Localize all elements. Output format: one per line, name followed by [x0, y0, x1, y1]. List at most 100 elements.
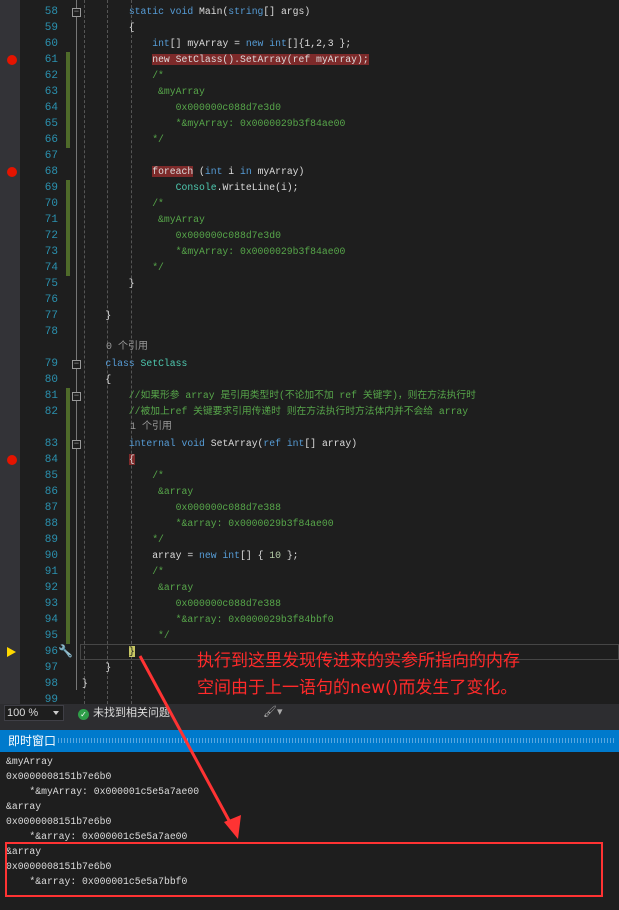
- code-token: [] {: [240, 550, 270, 561]
- code-token: *&array: 0x0000029b3f84ae00: [82, 518, 334, 529]
- code-token: }: [82, 278, 135, 289]
- codelens-label[interactable]: 1 个引用: [82, 420, 172, 436]
- annotation-line: 空间由于上一语句的new()而发生了变化。: [197, 678, 518, 698]
- code-line[interactable]: 72 0x000000c088d7e3d0: [0, 228, 619, 244]
- change-bar: [66, 100, 70, 116]
- code-token: int: [204, 166, 223, 177]
- code-line[interactable]: 73 *&myArray: 0x0000029b3f84ae00: [0, 244, 619, 260]
- line-number: 92: [44, 582, 58, 594]
- code-line[interactable]: 79 − class SetClass: [0, 356, 619, 372]
- breakpoint-icon[interactable]: [7, 167, 17, 177]
- code-line[interactable]: 69 Console.WriteLine(i);: [0, 180, 619, 196]
- code-token: &myArray: [82, 86, 205, 97]
- codelens-references[interactable]: 1 个引用: [0, 420, 619, 436]
- code-text: /*: [82, 468, 164, 484]
- code-token: (: [193, 166, 205, 177]
- code-line[interactable]: 92 &array: [0, 580, 619, 596]
- code-editor[interactable]: 58− static void Main(string[] args) 59 {6…: [0, 0, 619, 704]
- code-line[interactable]: 60 int[] myArray = new int[]{1,2,3 };: [0, 36, 619, 52]
- breakpoint-icon[interactable]: [7, 55, 17, 65]
- code-token: *&myArray: 0x0000029b3f84ae00: [82, 118, 346, 129]
- code-text: }: [82, 660, 111, 676]
- collapse-icon[interactable]: −: [72, 8, 81, 17]
- line-number: 96: [44, 646, 58, 658]
- code-line[interactable]: 83 − internal void SetArray(ref int[] arr…: [0, 436, 619, 452]
- code-line[interactable]: 93 0x000000c088d7e388: [0, 596, 619, 612]
- code-line[interactable]: 76: [0, 292, 619, 308]
- code-token: new: [199, 550, 217, 561]
- code-line[interactable]: 62 /*: [0, 68, 619, 84]
- code-text: int[] myArray = new int[]{1,2,3 };: [82, 36, 351, 52]
- code-line[interactable]: 91 /*: [0, 564, 619, 580]
- code-line[interactable]: 74 */: [0, 260, 619, 276]
- code-line[interactable]: 90 array = new int[] { 10 };: [0, 548, 619, 564]
- code-line[interactable]: 87 0x000000c088d7e388: [0, 500, 619, 516]
- collapse-icon[interactable]: −: [72, 440, 81, 449]
- line-number: 95: [44, 630, 58, 642]
- zoom-dropdown[interactable]: 100 %: [4, 705, 64, 721]
- code-text: }: [82, 276, 135, 292]
- immediate-window-header[interactable]: 即时窗口: [0, 730, 619, 752]
- code-line[interactable]: 85 /*: [0, 468, 619, 484]
- code-line[interactable]: 82 //被加上ref 关键要求引用传递时 则在方法执行时方法体内并不会给 ar…: [0, 404, 619, 420]
- code-token: [] array): [304, 438, 358, 449]
- code-line[interactable]: 65 *&myArray: 0x0000029b3f84ae00: [0, 116, 619, 132]
- line-number: 91: [44, 566, 58, 578]
- codelens-references[interactable]: 0 个引用: [0, 340, 619, 356]
- quick-actions-icon[interactable]: 🔧: [58, 644, 73, 660]
- code-line[interactable]: 94 *&array: 0x0000029b3f84bbf0: [0, 612, 619, 628]
- code-token: {: [82, 22, 135, 33]
- line-number: 82: [44, 406, 58, 418]
- issues-indicator[interactable]: ✓ 未找到相关问题: [78, 706, 170, 720]
- line-number: 66: [44, 134, 58, 146]
- code-text: 0x000000c088d7e388: [82, 500, 281, 516]
- code-line[interactable]: 63 &myArray: [0, 84, 619, 100]
- code-token: &array: [82, 582, 194, 593]
- line-number: 98: [44, 678, 58, 690]
- code-token: {: [82, 374, 112, 385]
- code-line[interactable]: 86 &array: [0, 484, 619, 500]
- code-line[interactable]: 58 − static void Main(string[] args): [0, 4, 619, 20]
- breakpoint-icon[interactable]: [7, 455, 17, 465]
- code-line[interactable]: 75 }: [0, 276, 619, 292]
- code-line[interactable]: 88 *&array: 0x0000029b3f84ae00: [0, 516, 619, 532]
- code-token: in: [240, 166, 252, 177]
- codelens-label[interactable]: 0 个引用: [82, 340, 148, 356]
- change-bar: [66, 628, 70, 644]
- code-line[interactable]: 80 {: [0, 372, 619, 388]
- code-line[interactable]: 95 */: [0, 628, 619, 644]
- drag-grip[interactable]: [58, 738, 615, 743]
- code-line[interactable]: 89 */: [0, 532, 619, 548]
- change-bar: [66, 564, 70, 580]
- code-text: //被加上ref 关键要求引用传递时 则在方法执行时方法体内并不会给 array: [82, 404, 468, 420]
- code-line[interactable]: 70 /*: [0, 196, 619, 212]
- change-bar: [66, 180, 70, 196]
- code-token: string: [228, 6, 264, 17]
- code-line[interactable]: 67: [0, 148, 619, 164]
- collapse-icon[interactable]: −: [72, 360, 81, 369]
- code-line[interactable]: 59 {: [0, 20, 619, 36]
- code-token: SetClass: [140, 358, 188, 369]
- code-line[interactable]: 77 }: [0, 308, 619, 324]
- code-line[interactable]: 78: [0, 324, 619, 340]
- code-cleanup-icon[interactable]: 🖌▾: [263, 705, 283, 718]
- code-line[interactable]: 61 new SetClass().SetArray(ref myArray);: [0, 52, 619, 68]
- line-number: 61: [44, 54, 58, 66]
- code-token: new: [245, 38, 264, 49]
- line-number: 94: [44, 614, 58, 626]
- code-token: //如果形参 array 是引用类型时(不论加不加 ref 关键字)，则在方法执…: [82, 390, 476, 401]
- code-text: *&myArray: 0x0000029b3f84ae00: [82, 244, 346, 260]
- code-line[interactable]: 71 &myArray: [0, 212, 619, 228]
- code-token: */: [82, 134, 164, 145]
- collapse-icon[interactable]: −: [72, 392, 81, 401]
- code-token: myArray): [251, 166, 305, 177]
- code-line[interactable]: 81 − //如果形参 array 是引用类型时(不论加不加 ref 关键字)，则…: [0, 388, 619, 404]
- code-line[interactable]: 68 foreach (int i in myArray): [0, 164, 619, 180]
- code-line[interactable]: 66 */: [0, 132, 619, 148]
- code-line[interactable]: 64 0x000000c088d7e3d0: [0, 100, 619, 116]
- code-token: new SetClass().SetArray(ref myArray);: [152, 54, 369, 65]
- code-line[interactable]: 84 {: [0, 452, 619, 468]
